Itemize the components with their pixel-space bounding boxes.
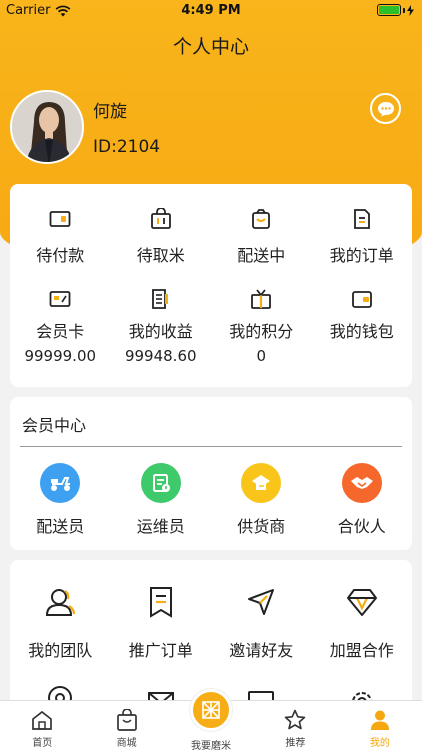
my-points[interactable]: 我的积分 0 — [211, 286, 312, 365]
battery-icon — [377, 4, 414, 16]
roles-row: 配送员 运维员 供货商 合伙人 — [10, 463, 412, 537]
role-label: 运维员 — [136, 517, 185, 536]
my-earnings[interactable]: 我的收益 99948.60 — [111, 286, 212, 365]
asset-value: 0 — [256, 347, 267, 365]
chat-bubble-icon — [377, 101, 394, 116]
role-courier[interactable]: 配送员 — [10, 463, 111, 537]
tab-label: 首页 — [32, 738, 53, 749]
order-label: 我的订单 — [329, 246, 394, 265]
tab-mill[interactable]: 我要磨米 — [169, 689, 253, 750]
promo-orders[interactable]: 推广订单 — [111, 584, 212, 661]
user-name: 何旋 — [93, 102, 127, 122]
member-card[interactable]: 会员卡 99999.00 — [10, 286, 111, 365]
divider — [20, 446, 402, 447]
order-label: 配送中 — [237, 246, 286, 265]
assets-row: 会员卡 99999.00 我的收益 99948.60 我的积分 0 我的钱包 — [10, 286, 412, 365]
role-label: 供货商 — [237, 517, 286, 536]
orders-assets-card: 待付款 待取米 配送中 我的订单 会员卡 99999.00 我的收益 99948… — [10, 184, 412, 387]
wallet-icon — [47, 206, 73, 232]
box-icon — [248, 206, 274, 232]
role-supplier[interactable]: 供货商 — [211, 463, 312, 537]
tool-label: 邀请好友 — [229, 641, 294, 660]
my-orders[interactable]: 我的订单 — [312, 206, 413, 266]
tab-label: 我的 — [369, 738, 390, 749]
my-team[interactable]: 我的团队 — [10, 584, 111, 661]
clock: 4:49 PM — [181, 3, 241, 18]
bag-icon — [148, 206, 174, 232]
asset-label: 我的钱包 — [329, 322, 394, 341]
message-button[interactable] — [370, 93, 401, 124]
asset-label: 我的积分 — [229, 322, 294, 341]
handshake-icon — [341, 463, 382, 503]
invite-friends[interactable]: 邀请好友 — [211, 584, 312, 661]
user-id: ID:2104 — [93, 137, 161, 157]
tab-bar: 首页 商城 我要磨米 推荐 我的 — [0, 689, 422, 750]
document-icon — [349, 206, 375, 232]
franchise[interactable]: 加盟合作 — [312, 584, 413, 661]
tool-label: 加盟合作 — [329, 641, 394, 660]
tab-mine[interactable]: 我的 — [338, 701, 422, 750]
mill-icon — [190, 689, 233, 731]
charging-icon — [407, 4, 414, 16]
star-icon — [284, 709, 306, 731]
tool-label: 推广订单 — [128, 641, 193, 660]
home-icon — [31, 709, 53, 731]
tool-label: 我的团队 — [28, 641, 93, 660]
gift-icon — [248, 286, 274, 312]
tab-label: 商城 — [116, 738, 137, 749]
order-status-row: 待付款 待取米 配送中 我的订单 — [10, 206, 412, 266]
asset-label: 会员卡 — [36, 322, 85, 341]
role-partner[interactable]: 合伙人 — [312, 463, 413, 537]
order-pending-pickup[interactable]: 待取米 — [111, 206, 212, 266]
role-label: 配送员 — [36, 517, 85, 536]
page-title: 个人中心 — [172, 36, 249, 58]
checklist-icon — [140, 463, 181, 503]
diamond-icon — [344, 584, 380, 620]
section-title: 会员中心 — [22, 416, 87, 435]
tab-recommend[interactable]: 推荐 — [253, 701, 337, 750]
shop-bag-icon — [116, 709, 138, 731]
order-delivering[interactable]: 配送中 — [211, 206, 312, 266]
send-icon — [243, 584, 279, 620]
tab-shop[interactable]: 商城 — [84, 701, 168, 750]
tools-row: 我的团队 推广订单 邀请好友 加盟合作 — [10, 584, 412, 661]
member-center-card: 会员中心 配送员 运维员 供货商 合伙人 — [10, 397, 412, 550]
avatar[interactable] — [10, 90, 84, 164]
asset-value: 99948.60 — [124, 347, 197, 365]
tab-label: 我要磨米 — [191, 741, 232, 750]
status-bar: Carrier 4:49 PM — [0, 0, 422, 22]
scooter-icon — [40, 463, 81, 503]
role-label: 合伙人 — [337, 517, 386, 536]
tab-home[interactable]: 首页 — [0, 701, 84, 750]
asset-value: 99999.00 — [24, 347, 97, 365]
role-maintainer[interactable]: 运维员 — [111, 463, 212, 537]
order-label: 待取米 — [136, 246, 185, 265]
asset-label: 我的收益 — [128, 322, 193, 341]
my-wallet[interactable]: 我的钱包 — [312, 286, 413, 365]
tab-label: 推荐 — [285, 738, 306, 749]
order-pending-payment[interactable]: 待付款 — [10, 206, 111, 266]
receipt-icon — [148, 286, 174, 312]
person-icon — [369, 709, 391, 731]
team-icon — [42, 584, 78, 620]
bookmark-icon — [143, 584, 179, 620]
purse-icon — [349, 286, 375, 312]
order-label: 待付款 — [36, 246, 85, 265]
card-icon — [47, 286, 73, 312]
supplier-icon — [241, 463, 282, 503]
